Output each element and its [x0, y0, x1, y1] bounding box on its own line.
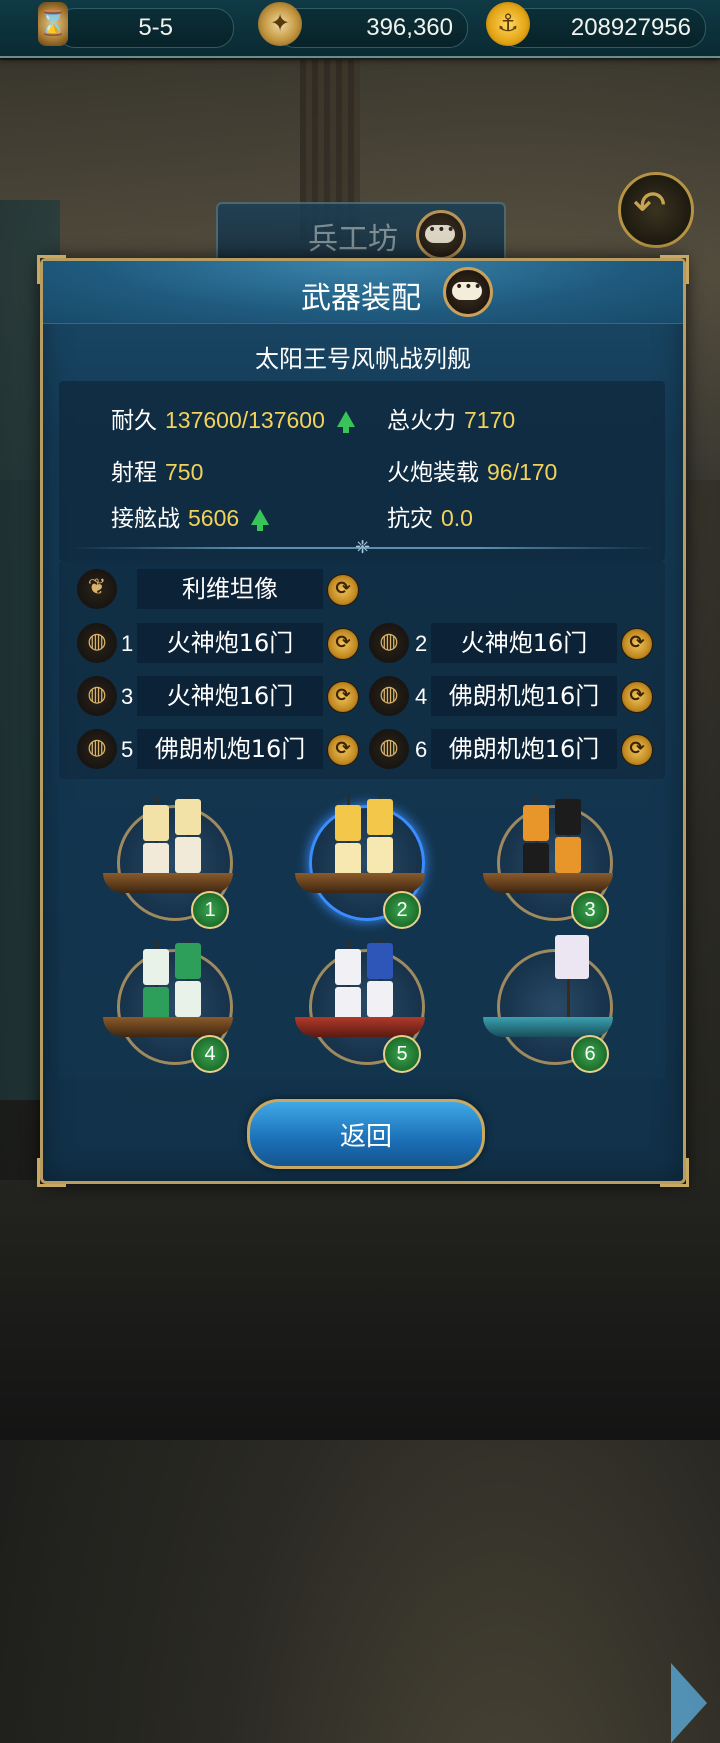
swap-icon[interactable]: ⟳ — [327, 681, 359, 713]
workshop-tab: 兵工坊 — [216, 202, 506, 266]
fleet-ship-6[interactable]: 6 — [475, 935, 625, 1075]
panel-header: 武器装配 — [43, 261, 683, 324]
background-ground — [0, 1180, 720, 1440]
fleet-ship-2[interactable]: 2 — [287, 791, 437, 931]
compass-resource: 396,360 — [276, 8, 468, 48]
level-value: 5-5 — [138, 14, 173, 41]
stat-label: 抗灾 — [387, 506, 433, 532]
stat-value: 96/170 — [487, 459, 558, 485]
swap-icon[interactable]: ⟳ — [621, 681, 653, 713]
slot-number: 4 — [415, 684, 428, 709]
ship-hull — [483, 873, 613, 893]
return-button[interactable]: 返回 — [247, 1099, 485, 1169]
anchor-coin-icon: ⚓ — [486, 2, 530, 46]
slot-number: 1 — [121, 631, 134, 656]
slot-number: 3 — [121, 684, 134, 709]
corner-ornament — [37, 1158, 66, 1187]
fleet-selector: 1 2 3 4 5 6 — [59, 785, 707, 1743]
up-arrow-icon — [336, 410, 355, 433]
ship-hull — [295, 873, 425, 893]
ship-badge: 6 — [571, 1035, 609, 1073]
wing-icon: ❦ — [77, 569, 117, 609]
stat-firepower: 总火力 7170 — [387, 401, 515, 435]
stat-label: 火炮装载 — [387, 460, 479, 486]
ship-hull — [483, 1017, 613, 1037]
ship-hull — [295, 1017, 425, 1037]
stat-value: 137600/137600 — [165, 407, 325, 433]
stat-label: 接舷战 — [111, 506, 180, 532]
equipment-slots: ❦ 利维坦像 ⟳ ◍ 1 火神炮16门 ⟳ ◍ 2 火神炮16门 ⟳ ◍ 3 火… — [59, 561, 665, 779]
cannon-icon: ◍ — [369, 623, 409, 663]
stat-value: 7170 — [464, 407, 516, 433]
fleet-ship-5[interactable]: 5 — [287, 935, 437, 1075]
flag-icon — [555, 935, 589, 979]
compass-icon: ✦ — [258, 2, 302, 46]
ship-badge: 4 — [191, 1035, 229, 1073]
back-arrow-button[interactable]: ↶ — [618, 172, 694, 248]
stat-durability: 耐久 137600/137600 — [111, 401, 355, 435]
back-arrow-icon: ↶ — [633, 183, 667, 229]
stat-range: 射程 750 — [111, 453, 203, 487]
cannon-slot-3[interactable]: 火神炮16门 — [137, 676, 323, 716]
swap-icon[interactable]: ⟳ — [621, 734, 653, 766]
stat-cannon-load: 火炮装载 96/170 — [387, 453, 557, 487]
compass-value: 396,360 — [366, 14, 453, 41]
swap-icon[interactable]: ⟳ — [621, 628, 653, 660]
figurehead-slot[interactable]: 利维坦像 — [137, 569, 323, 609]
ship-badge: 2 — [383, 891, 421, 929]
chat-bubble-icon[interactable] — [416, 210, 466, 260]
stat-boarding: 接舷战 5606 — [111, 499, 270, 533]
ship-hull — [103, 873, 233, 893]
weapon-assembly-panel: 武器装配 太阳王号风帆战列舰 耐久 137600/137600 总火力 7170 射… — [37, 255, 707, 1743]
cannon-slot-5[interactable]: 佛朗机炮16门 — [137, 729, 323, 769]
divider-ornament-icon: ❈ — [355, 537, 371, 558]
swap-icon[interactable]: ⟳ — [327, 628, 359, 660]
cannon-icon: ◍ — [77, 676, 117, 716]
fleet-ship-3[interactable]: 3 — [475, 791, 625, 931]
ship-badge: 5 — [383, 1035, 421, 1073]
stat-label: 总火力 — [387, 408, 456, 434]
ship-hull — [103, 1017, 233, 1037]
resource-bar: 5-5 ⌛ 396,360 ✦ 208927956 ⚓ — [0, 0, 720, 58]
hourglass-icon: ⌛ — [38, 2, 68, 46]
cannon-icon: ◍ — [77, 729, 117, 769]
gold-value: 208927956 — [570, 14, 691, 41]
cannon-icon: ◍ — [77, 623, 117, 663]
cannon-icon: ◍ — [369, 676, 409, 716]
cannon-slot-2[interactable]: 火神炮16门 — [431, 623, 617, 663]
swap-icon[interactable]: ⟳ — [327, 734, 359, 766]
cannon-slot-1[interactable]: 火神炮16门 — [137, 623, 323, 663]
cannon-slot-4[interactable]: 佛朗机炮16门 — [431, 676, 617, 716]
level-display: 5-5 — [56, 8, 234, 48]
cannon-icon: ◍ — [369, 729, 409, 769]
gold-resource: 208927956 — [500, 8, 706, 48]
panel-title: 武器装配 — [301, 281, 421, 316]
up-arrow-icon — [251, 508, 270, 531]
workshop-title: 兵工坊 — [308, 222, 398, 257]
stat-label: 耐久 — [111, 408, 157, 434]
cannon-slot-6[interactable]: 佛朗机炮16门 — [431, 729, 617, 769]
stat-value: 5606 — [188, 505, 240, 531]
return-button-label: 返回 — [339, 1122, 392, 1152]
ship-badge: 3 — [571, 891, 609, 929]
next-page-arrow-icon[interactable] — [671, 1663, 707, 1743]
corner-ornament — [660, 1158, 689, 1187]
stat-disaster-resist: 抗灾 0.0 — [387, 499, 473, 533]
slot-number: 6 — [415, 737, 428, 762]
swap-icon[interactable]: ⟳ — [327, 574, 359, 606]
stat-label: 射程 — [111, 460, 157, 486]
stat-value: 0.0 — [441, 505, 473, 531]
ship-name: 太阳王号风帆战列舰 — [255, 345, 471, 373]
ship-stats: 耐久 137600/137600 总火力 7170 射程 750 火炮装载 96/170… — [59, 381, 665, 561]
fleet-ship-4[interactable]: 4 — [95, 935, 245, 1075]
chat-bubble-icon[interactable] — [443, 267, 493, 317]
stat-value: 750 — [165, 459, 204, 485]
ship-badge: 1 — [191, 891, 229, 929]
fleet-ship-1[interactable]: 1 — [95, 791, 245, 931]
slot-number: 2 — [415, 631, 428, 656]
slot-number: 5 — [121, 737, 134, 762]
